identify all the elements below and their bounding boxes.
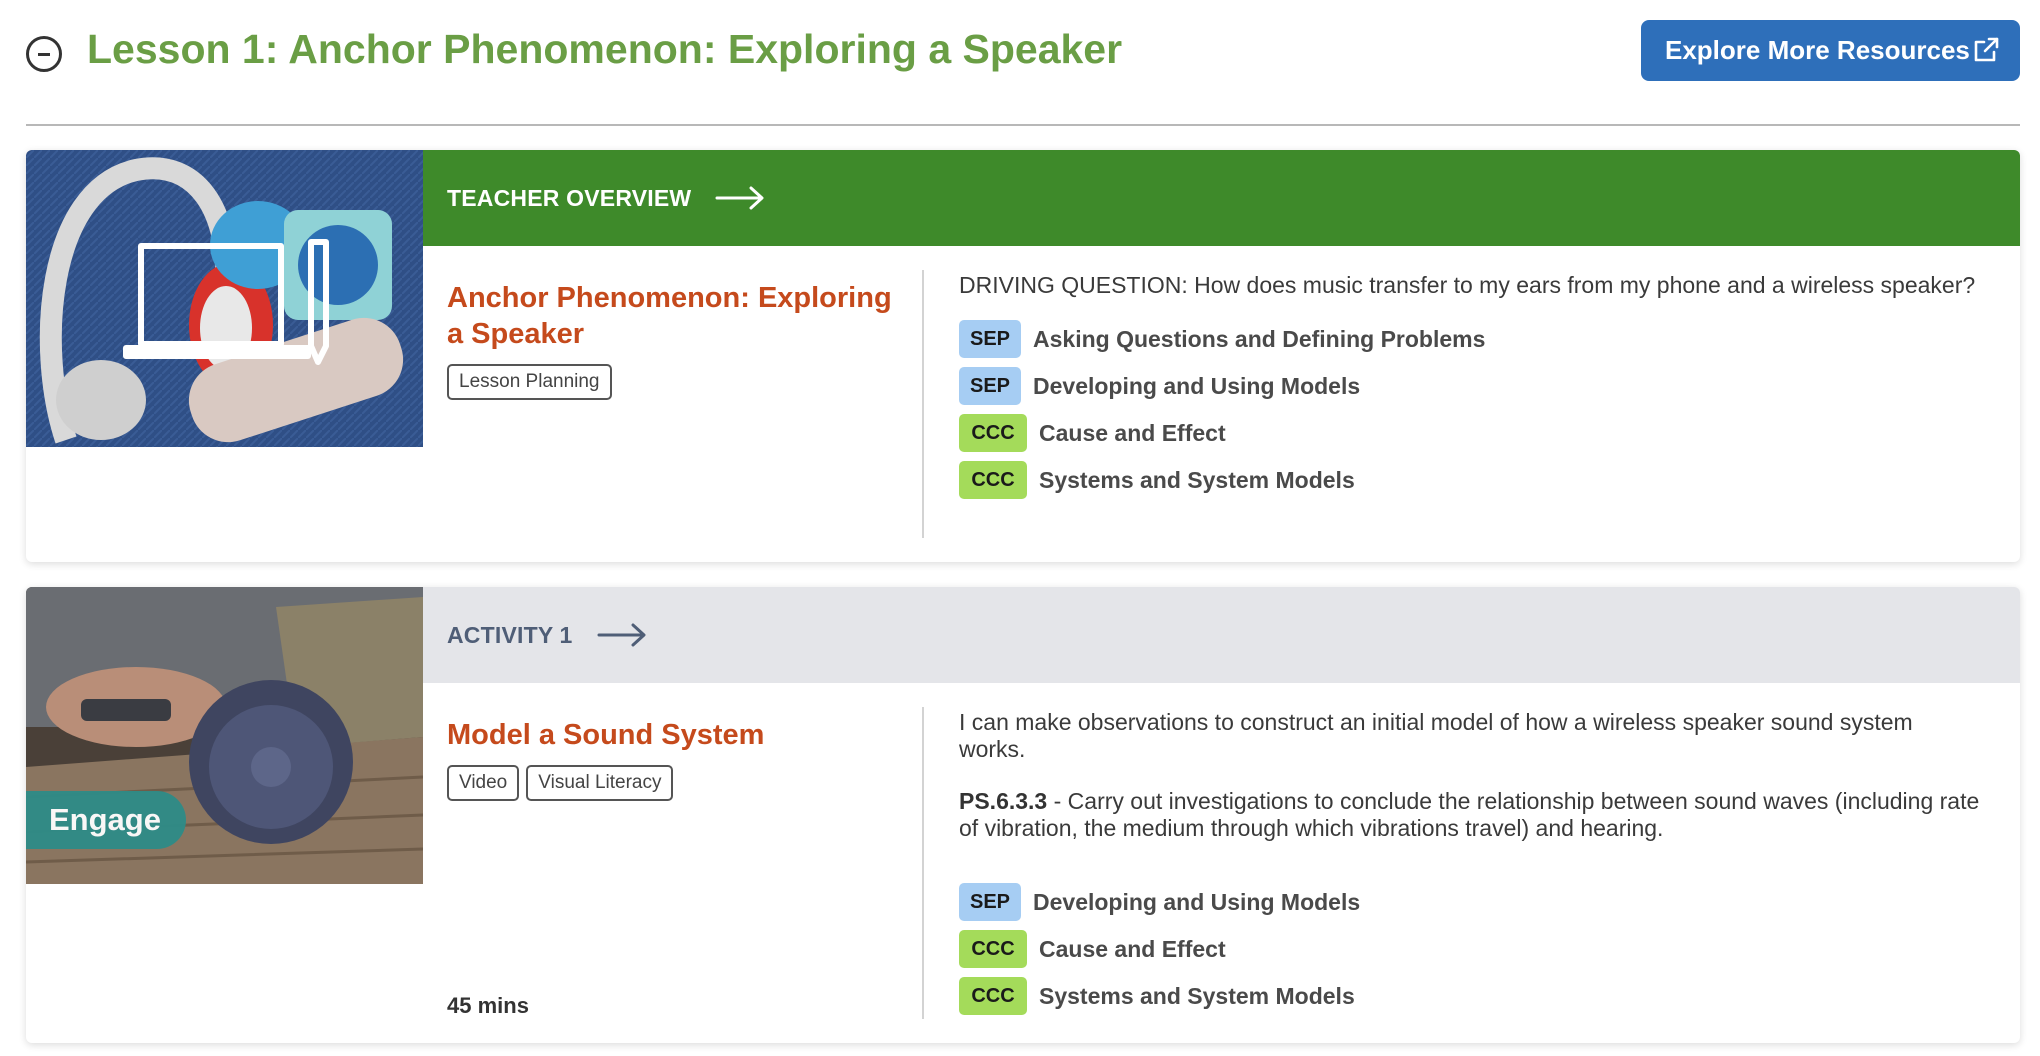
activity-1-label: ACTIVITY 1 — [447, 621, 573, 648]
standard-item: CCC Cause and Effect — [959, 930, 1980, 968]
ccc-badge: CCC — [959, 414, 1027, 452]
arrow-right-icon — [597, 623, 646, 647]
arrow-right-icon — [715, 186, 764, 210]
activity-1-right: I can make observations to construct an … — [959, 709, 1980, 1015]
standard-label: Cause and Effect — [1039, 419, 1226, 446]
ccc-badge: CCC — [959, 461, 1027, 499]
standard-label: Systems and System Models — [1039, 466, 1355, 493]
ccc-badge: CCC — [959, 977, 1027, 1015]
teacher-overview-tags: Lesson Planning — [447, 364, 907, 400]
activity-1-card: Engage ACTIVITY 1 Model a Sound System V… — [26, 587, 2020, 1043]
column-divider — [922, 270, 924, 538]
activity-1-banner[interactable]: ACTIVITY 1 — [423, 587, 2020, 683]
tag-visual-literacy: Visual Literacy — [526, 765, 674, 801]
performance-expectation: PS.6.3.3 - Carry out investigations to c… — [959, 788, 1980, 842]
header-divider — [26, 124, 2020, 126]
standard-label: Developing and Using Models — [1033, 372, 1361, 399]
teacher-overview-thumbnail — [26, 150, 423, 447]
standard-label: Cause and Effect — [1039, 935, 1226, 962]
standard-item: CCC Systems and System Models — [959, 977, 1980, 1015]
standard-item: SEP Asking Questions and Defining Proble… — [959, 320, 1980, 358]
driving-question: DRIVING QUESTION: How does music transfe… — [959, 272, 1976, 298]
standard-item: CCC Systems and System Models — [959, 461, 1980, 499]
engage-phase-badge: Engage — [26, 791, 186, 849]
learning-objective: I can make observations to construct an … — [959, 709, 1913, 762]
explore-more-resources-button[interactable]: Explore More Resources — [1641, 20, 2020, 81]
sep-badge: SEP — [959, 320, 1021, 358]
tag-video: Video — [447, 765, 520, 801]
external-link-icon — [1974, 37, 1999, 62]
teacher-standards-list: SEP Asking Questions and Defining Proble… — [959, 320, 1980, 499]
standard-item: SEP Developing and Using Models — [959, 883, 1980, 921]
standard-code: PS.6.3.3 — [959, 788, 1048, 814]
lesson-header: Lesson 1: Anchor Phenomenon: Exploring a… — [26, 20, 2020, 84]
teacher-overview-card: TEACHER OVERVIEW Anchor Phenomenon: Expl… — [26, 150, 2020, 562]
column-divider — [922, 707, 924, 1019]
activity-duration: 45 mins — [447, 993, 529, 1018]
standard-item: SEP Developing and Using Models — [959, 367, 1980, 405]
standard-label: Developing and Using Models — [1033, 888, 1361, 915]
collapse-minus-icon[interactable] — [26, 36, 62, 72]
teacher-overview-banner[interactable]: TEACHER OVERVIEW — [423, 150, 2020, 246]
activity-standards-list: SEP Developing and Using Models CCC Caus… — [959, 883, 1980, 1015]
ccc-badge: CCC — [959, 930, 1027, 968]
standard-label: Asking Questions and Defining Problems — [1033, 325, 1486, 352]
activity-1-title[interactable]: Model a Sound System — [447, 717, 907, 753]
teacher-overview-label: TEACHER OVERVIEW — [447, 184, 692, 211]
tag-lesson-planning: Lesson Planning — [447, 364, 612, 400]
sep-badge: SEP — [959, 883, 1021, 921]
activity-1-left: Model a Sound System Video Visual Litera… — [447, 717, 907, 801]
standard-item: CCC Cause and Effect — [959, 414, 1980, 452]
teacher-overview-title[interactable]: Anchor Phenomenon: Exploring a Speaker — [447, 280, 907, 352]
standard-description: - Carry out investigations to conclude t… — [959, 788, 1980, 841]
teacher-overview-right: DRIVING QUESTION: How does music transfe… — [959, 272, 1980, 499]
explore-button-label: Explore More Resources — [1665, 35, 1970, 65]
teacher-overview-left: Anchor Phenomenon: Exploring a Speaker L… — [447, 280, 907, 400]
lesson-title: Lesson 1: Anchor Phenomenon: Exploring a… — [87, 26, 1123, 72]
sep-badge: SEP — [959, 367, 1021, 405]
standard-label: Systems and System Models — [1039, 982, 1355, 1009]
activity-1-tags: Video Visual Literacy — [447, 765, 907, 801]
